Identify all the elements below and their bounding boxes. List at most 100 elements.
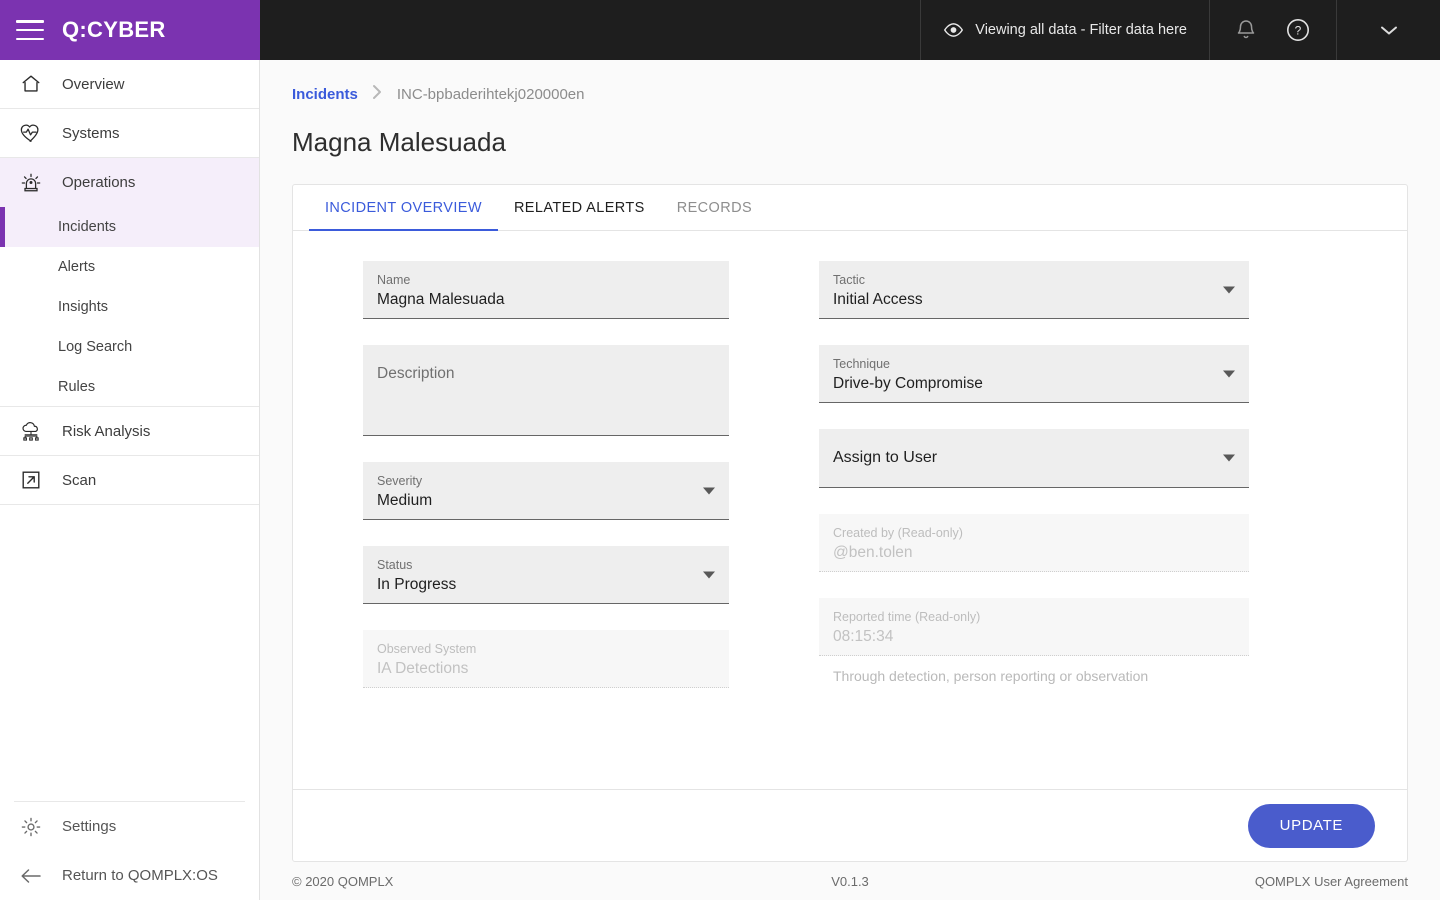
hamburger-icon[interactable] <box>16 20 44 40</box>
gear-icon <box>18 816 44 838</box>
external-arrow-box-icon <box>18 469 44 491</box>
severity-field[interactable]: Severity Medium <box>363 462 729 520</box>
tab-related-alerts[interactable]: RELATED ALERTS <box>498 185 661 230</box>
chevron-down-icon <box>1379 24 1399 36</box>
sidebar-item-alerts[interactable]: Alerts <box>0 247 259 287</box>
sidebar-item-label: Settings <box>62 818 117 835</box>
top-bar: Q:CYBER Viewing all data - Filter data h… <box>0 0 1440 60</box>
sidebar-item-label: Overview <box>62 75 125 93</box>
page-title: Magna Malesuada <box>292 127 506 157</box>
cloud-network-icon <box>18 420 44 442</box>
sidebar-item-rules[interactable]: Rules <box>0 367 259 407</box>
caret-down-icon <box>703 487 715 494</box>
assign-to-user-field[interactable]: Assign to User <box>819 429 1249 488</box>
sidebar-nav-top: Overview Systems Operations Incidents Al… <box>0 60 259 505</box>
footer-version: V0.1.3 <box>831 873 869 889</box>
created-by-field: Created by (Read-only) @ben.tolen <box>819 514 1249 572</box>
arrow-left-icon <box>18 867 44 885</box>
status-field[interactable]: Status In Progress <box>363 546 729 604</box>
tab-records[interactable]: RECORDS <box>661 185 768 230</box>
observed-system-field-label: Observed System <box>377 642 477 656</box>
sidebar-subitem-label: Insights <box>58 299 108 315</box>
bell-icon[interactable] <box>1236 19 1256 41</box>
breadcrumb-current: INC-bpbaderihtekj020000en <box>396 86 585 103</box>
sidebar-item-operations[interactable]: Operations <box>0 158 259 207</box>
sidebar-item-label: Systems <box>62 124 120 142</box>
sidebar-item-label: Operations <box>62 174 136 191</box>
top-bar-right: Viewing all data - Filter data here ? <box>260 0 1440 60</box>
form-column-left: Name Magna Malesuada Description Severit… <box>363 261 729 789</box>
brand-area: Q:CYBER <box>0 0 260 60</box>
sidebar-subitem-label: Incidents <box>58 219 117 235</box>
assign-to-user-placeholder: Assign to User <box>833 449 938 466</box>
technique-field-label: Technique <box>833 357 890 371</box>
name-field-label: Name <box>377 273 411 287</box>
incident-card: INCIDENT OVERVIEW RELATED ALERTS RECORDS <box>292 184 1408 862</box>
sidebar-item-systems[interactable]: Systems <box>0 109 259 158</box>
observed-system-field-value: IA Detections <box>377 660 469 677</box>
form-column-right: Tactic Initial Access Technique Drive-by… <box>819 261 1249 789</box>
tactic-field-label: Tactic <box>833 273 865 287</box>
description-field[interactable]: Description <box>363 345 729 436</box>
sidebar-item-settings[interactable]: Settings <box>0 802 259 851</box>
name-field[interactable]: Name Magna Malesuada <box>363 261 729 319</box>
sidebar-subitem-label: Alerts <box>58 259 96 275</box>
reported-time-field-value: 08:15:34 <box>833 628 894 645</box>
tactic-field[interactable]: Tactic Initial Access <box>819 261 1249 319</box>
breadcrumb-parent-link[interactable]: Incidents <box>292 86 358 103</box>
app-body: Overview Systems Operations Incidents Al… <box>0 60 1440 900</box>
sidebar-item-risk-analysis[interactable]: Risk Analysis <box>0 407 259 456</box>
reported-time-helper-text: Through detection, person reporting or o… <box>833 668 1149 684</box>
name-field-value: Magna Malesuada <box>377 291 505 308</box>
created-by-field-value: @ben.tolen <box>833 544 913 561</box>
update-button[interactable]: UPDATE <box>1247 803 1375 848</box>
tab-incident-overview[interactable]: INCIDENT OVERVIEW <box>309 185 498 231</box>
sidebar-item-incidents[interactable]: Incidents <box>0 207 259 247</box>
sidebar-item-scan[interactable]: Scan <box>0 456 259 505</box>
incident-form: Name Magna Malesuada Description Severit… <box>293 231 1407 789</box>
tab-bar: INCIDENT OVERVIEW RELATED ALERTS RECORDS <box>293 185 1407 231</box>
heartbeat-shield-icon <box>18 122 44 144</box>
tab-label: RECORDS <box>676 199 753 216</box>
severity-field-value: Medium <box>377 492 433 509</box>
reported-time-field-label: Reported time (Read-only) <box>833 610 981 624</box>
created-by-field-label: Created by (Read-only) <box>833 526 963 540</box>
sidebar-nav-bottom: Settings Return to QOMPLX:OS <box>0 801 259 900</box>
caret-down-icon <box>1223 454 1235 462</box>
sidebar-item-label: Risk Analysis <box>62 422 151 440</box>
siren-icon <box>18 171 44 195</box>
sidebar-item-insights[interactable]: Insights <box>0 287 259 327</box>
reported-time-field: Reported time (Read-only) 08:15:34 <box>819 598 1249 656</box>
app-root: Q:CYBER Viewing all data - Filter data h… <box>0 0 1440 900</box>
help-circle-icon[interactable]: ? <box>1286 18 1310 42</box>
eye-icon <box>943 23 964 37</box>
sidebar-item-label: Return to QOMPLX:OS <box>62 867 218 884</box>
technique-field-value: Drive-by Compromise <box>833 375 983 392</box>
caret-down-icon <box>703 571 715 578</box>
description-field-placeholder: Description <box>377 365 455 382</box>
breadcrumb: Incidents INC-bpbaderihtekj020000en <box>292 84 1408 105</box>
sidebar-item-return-qomplx-os[interactable]: Return to QOMPLX:OS <box>0 851 259 900</box>
sidebar-item-overview[interactable]: Overview <box>0 60 259 109</box>
sidebar-subitem-label: Rules <box>58 378 96 395</box>
tab-label: INCIDENT OVERVIEW <box>325 199 482 216</box>
caret-down-icon <box>1223 286 1235 293</box>
main-content: Incidents INC-bpbaderihtekj020000en Magn… <box>260 60 1440 900</box>
main-inner: Incidents INC-bpbaderihtekj020000en Magn… <box>260 60 1440 862</box>
severity-field-label: Severity <box>377 474 423 488</box>
tab-label: RELATED ALERTS <box>513 199 645 216</box>
chevron-right-icon <box>372 84 383 105</box>
caret-down-icon <box>1223 370 1235 377</box>
card-footer: UPDATE <box>293 789 1407 861</box>
status-field-value: In Progress <box>377 576 457 593</box>
account-menu-button[interactable] <box>1336 0 1440 60</box>
brand-logo: Q:CYBER <box>62 17 166 42</box>
home-icon <box>18 73 44 95</box>
sidebar-item-log-search[interactable]: Log Search <box>0 327 259 367</box>
view-filter-control[interactable]: Viewing all data - Filter data here <box>920 0 1209 60</box>
technique-field[interactable]: Technique Drive-by Compromise <box>819 345 1249 403</box>
sidebar-item-label: Scan <box>62 471 97 489</box>
status-field-label: Status <box>377 558 413 572</box>
sidebar-subitem-label: Log Search <box>58 339 133 355</box>
svg-text:?: ? <box>1295 24 1302 38</box>
